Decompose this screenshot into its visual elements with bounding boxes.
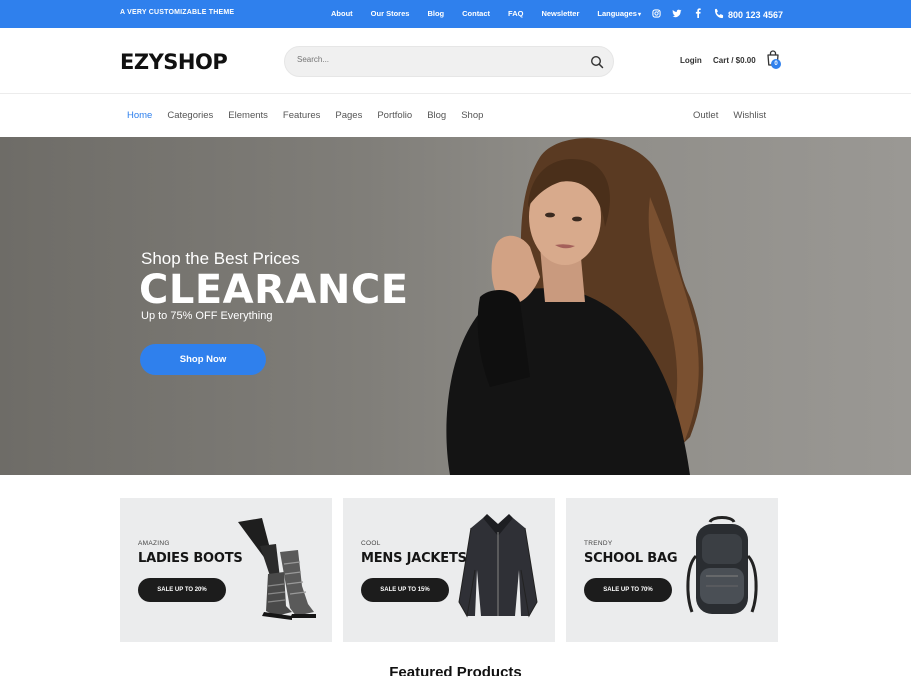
site-header: EZYSHOP Login Cart / $0.00 0 xyxy=(0,28,911,94)
phone-number[interactable]: 800 123 4567 xyxy=(714,8,783,21)
hero-subtitle: Up to 75% OFF Everything xyxy=(141,310,273,322)
nav-secondary-menu: Outlet Wishlist xyxy=(693,110,766,121)
chevron-down-icon: ▾ xyxy=(637,12,641,18)
nav-item-shop[interactable]: Shop xyxy=(461,110,483,121)
search-bar xyxy=(284,46,614,77)
nav-item-outlet[interactable]: Outlet xyxy=(693,110,718,121)
languages-dropdown[interactable]: Languages▾ xyxy=(597,9,641,18)
top-bar: A VERY CUSTOMIZABLE THEME About Our Stor… xyxy=(0,0,911,28)
nav-main-menu: Home Categories Elements Features Pages … xyxy=(127,110,483,121)
shop-now-button[interactable]: Shop Now xyxy=(140,344,266,375)
hero-pretitle: Shop the Best Prices xyxy=(141,249,300,268)
card-title: LADIES BOOTS xyxy=(138,551,243,566)
top-link-our-stores[interactable]: Our Stores xyxy=(371,9,410,18)
card-eyebrow: AMAZING xyxy=(138,540,170,547)
top-link-about[interactable]: About xyxy=(331,9,353,18)
twitter-icon[interactable] xyxy=(672,7,682,19)
nav-item-blog[interactable]: Blog xyxy=(427,110,446,121)
boots-image xyxy=(238,518,316,620)
hero-model-image xyxy=(446,138,704,475)
category-card-bags[interactable]: TRENDY SCHOOL BAG SALE UP TO 70% xyxy=(566,498,778,642)
top-link-contact[interactable]: Contact xyxy=(462,9,490,18)
category-card-jackets[interactable]: COOL MENS JACKETS SALE UP TO 15% xyxy=(343,498,555,642)
nav-item-elements[interactable]: Elements xyxy=(228,110,268,121)
facebook-icon[interactable] xyxy=(693,7,703,19)
instagram-icon[interactable] xyxy=(651,7,661,19)
search-icon[interactable] xyxy=(590,55,604,69)
phone-number-text: 800 123 4567 xyxy=(728,9,784,20)
top-links: About Our Stores Blog Contact FAQ Newsle… xyxy=(331,9,641,18)
cart-count-badge: 0 xyxy=(771,59,781,69)
nav-item-features[interactable]: Features xyxy=(283,110,321,121)
hero-banner: Shop the Best Prices CLEARANCE Up to 75%… xyxy=(0,137,911,475)
sale-badge-button[interactable]: SALE UP TO 70% xyxy=(584,578,672,602)
card-title: MENS JACKETS xyxy=(361,551,467,566)
nav-item-pages[interactable]: Pages xyxy=(335,110,362,121)
languages-label: Languages xyxy=(597,9,637,18)
sale-badge-button[interactable]: SALE UP TO 20% xyxy=(138,578,226,602)
jacket-image xyxy=(458,514,538,618)
main-nav: Home Categories Elements Features Pages … xyxy=(0,95,911,137)
cart-link[interactable]: Cart / $0.00 xyxy=(713,56,756,65)
phone-icon xyxy=(714,8,725,21)
card-title: SCHOOL BAG xyxy=(584,551,678,566)
backpack-image xyxy=(686,516,758,614)
top-link-newsletter[interactable]: Newsletter xyxy=(541,9,579,18)
site-logo[interactable]: EZYSHOP xyxy=(120,50,228,74)
category-card-boots[interactable]: AMAZING LADIES BOOTS SALE UP TO 20% xyxy=(120,498,332,642)
card-eyebrow: TRENDY xyxy=(584,540,613,547)
login-link[interactable]: Login xyxy=(680,56,702,65)
social-links xyxy=(651,7,703,19)
hero-title: CLEARANCE xyxy=(139,267,409,313)
tagline: A VERY CUSTOMIZABLE THEME xyxy=(120,9,235,16)
nav-item-wishlist[interactable]: Wishlist xyxy=(733,110,766,121)
top-link-blog[interactable]: Blog xyxy=(427,9,444,18)
featured-products-heading: Featured Products xyxy=(389,664,522,676)
card-eyebrow: COOL xyxy=(361,540,381,547)
top-link-faq[interactable]: FAQ xyxy=(508,9,523,18)
nav-item-home[interactable]: Home xyxy=(127,110,152,121)
sale-badge-button[interactable]: SALE UP TO 15% xyxy=(361,578,449,602)
search-input[interactable] xyxy=(297,55,577,64)
nav-item-categories[interactable]: Categories xyxy=(167,110,213,121)
nav-item-portfolio[interactable]: Portfolio xyxy=(377,110,412,121)
